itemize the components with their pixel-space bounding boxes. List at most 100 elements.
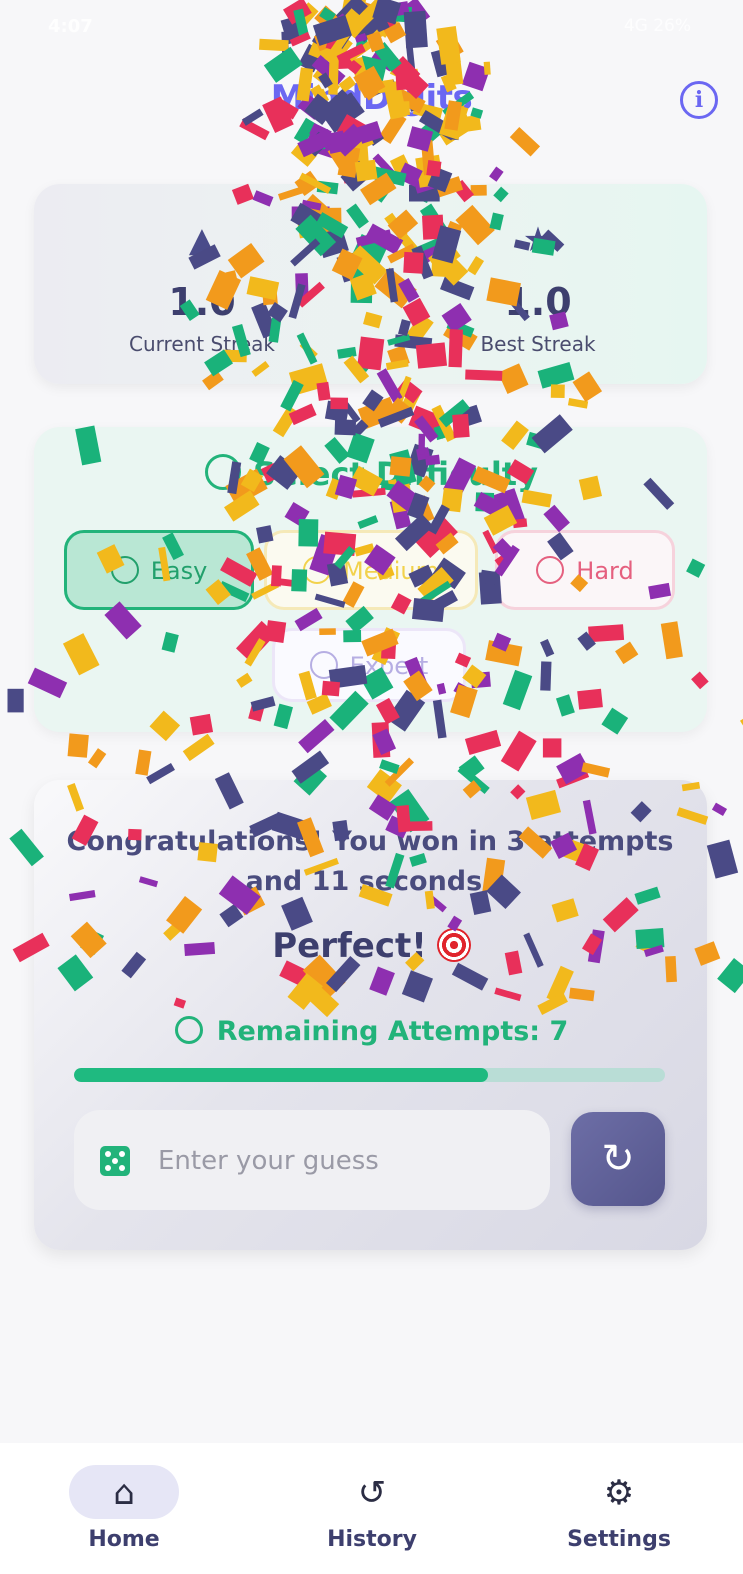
confetti-piece [483,61,491,75]
status-time: 4:07 [48,16,93,37]
confetti-piece [239,118,270,141]
difficulty-hard-button[interactable]: Hard [495,530,675,610]
confetti-piece [327,145,354,177]
nav-settings[interactable]: ⚙ Settings [495,1443,743,1574]
win-message: Congratulations! You won in 3 attempts a… [66,826,674,897]
confetti-piece [297,129,335,158]
attempts-progress-bar [74,1068,665,1082]
difficulty-expert-button[interactable]: Expert [272,628,466,702]
confetti-piece [389,154,414,181]
confetti-piece [324,400,350,423]
restart-button[interactable]: ↻ [571,1112,665,1206]
current-streak-label: Current Streak [129,332,275,356]
confetti-piece [290,141,317,167]
confetti-piece [716,863,730,876]
refresh-icon: ↻ [601,1136,635,1182]
nav-history-label: History [327,1527,417,1552]
home-icon: ⌂ [113,1473,135,1513]
guess-field[interactable] [74,1110,550,1210]
difficulty-expert-label: Expert [349,652,429,680]
confetti-piece [182,733,215,762]
current-streak: ▲ 1.0 Current Streak [34,184,370,384]
smile-icon [110,556,139,584]
confetti-piece [336,114,367,144]
confetti-piece [386,397,413,424]
fire-icon: ▲ [188,220,216,260]
best-streak-label: Best Streak [480,332,596,356]
streak-card: ▲ 1.0 Current Streak ★ 1.0 Best Streak [34,184,707,384]
confetti-piece [288,403,317,426]
timer-icon [174,1016,203,1044]
expert-icon [309,651,338,679]
confetti-piece [426,160,442,177]
guess-input[interactable] [156,1138,530,1184]
confetti-piece [415,154,444,188]
confetti-piece [400,388,421,413]
neutral-face-icon [303,556,332,584]
confetti-piece [316,131,326,150]
difficulty-title: Select Difficulty [0,454,743,493]
confetti-piece [464,729,502,755]
difficulty-medium-label: Medium [343,557,439,585]
confetti-piece [304,131,330,157]
remaining-attempts-text: Remaining Attempts: 7 [216,1016,569,1047]
confetti-piece [458,755,485,781]
confetti-piece [309,122,332,143]
confetti-piece [330,397,348,410]
confetti-piece [706,839,739,879]
confetti-piece [344,142,357,169]
confetti-piece [326,130,348,154]
attempts-progress-fill [74,1068,488,1082]
confetti-piece [460,404,482,427]
confetti-piece [67,733,89,758]
status-indicators: 4G 26% [623,16,691,36]
confetti-piece [550,384,565,399]
confetti-piece [280,379,304,412]
confetti-piece [354,159,378,182]
difficulty-medium-button[interactable]: Medium [264,530,478,610]
difficulty-title-text: Select Difficulty [253,455,538,493]
difficulty-easy-button[interactable]: Easy [64,530,254,610]
confetti-piece [354,131,374,150]
nav-home-label: Home [88,1527,160,1552]
smile-icon [205,454,242,490]
confetti-piece [87,748,107,769]
confetti-piece [356,120,383,144]
confetti-piece [337,57,352,70]
best-streak: ★ 1.0 Best Streak [370,184,706,384]
confetti-piece [406,126,434,152]
confetti-piece [135,749,152,776]
confetti-piece [291,750,330,784]
confetti-piece [567,397,589,409]
confetti-piece [366,129,385,146]
bottom-navigation: ⌂ Home ↺ History ⚙ Settings [0,1443,743,1574]
target-icon [436,928,471,962]
confetti-piece [489,166,504,182]
confetti-piece [341,169,356,184]
info-button[interactable]: i [680,81,718,119]
nav-history[interactable]: ↺ History [248,1443,496,1574]
info-icon: i [694,87,704,113]
dice-icon [100,1146,130,1176]
confetti-piece [293,117,317,145]
confetti-piece [450,115,461,141]
confetti-piece [379,759,400,774]
confetti-piece [581,762,611,778]
difficulty-hard-label: Hard [576,557,634,585]
nav-home[interactable]: ⌂ Home [0,1443,248,1574]
confetti-piece [316,381,331,401]
confetti-piece [337,145,361,178]
confetti-piece [437,117,470,146]
confetti-piece [343,143,369,165]
confetti-piece [332,123,367,157]
confetti-piece [389,62,405,79]
confetti-piece [304,128,344,160]
rating: Perfect! [0,926,743,966]
nav-settings-label: Settings [567,1527,671,1552]
confetti-piece [438,399,471,428]
confetti-piece [339,53,362,75]
history-icon: ↺ [357,1473,387,1513]
remaining-attempts: Remaining Attempts: 7 [0,1016,743,1047]
confetti-piece [542,738,562,758]
confetti-piece [500,730,537,772]
